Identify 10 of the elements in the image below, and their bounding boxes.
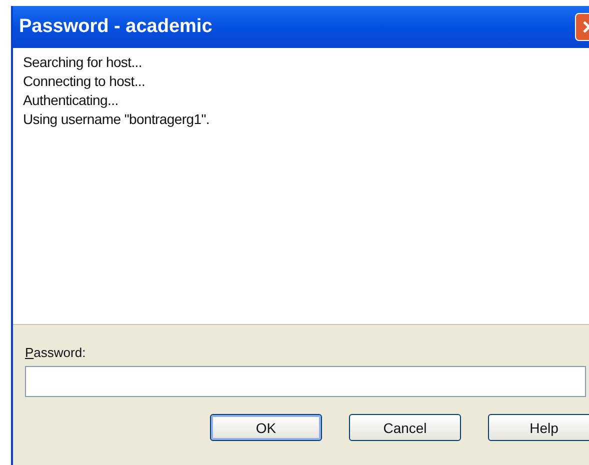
password-label: Password: bbox=[25, 345, 87, 362]
log-line: Using username "bontragerg1". bbox=[23, 110, 210, 129]
dialog-button[interactable]: Cancel bbox=[349, 414, 461, 441]
log-line: Connecting to host... bbox=[23, 72, 146, 91]
password-field[interactable] bbox=[25, 366, 586, 397]
log-line: Searching for host... bbox=[23, 53, 143, 72]
dialog-button[interactable]: OK bbox=[210, 414, 322, 441]
window-title: Password - academic bbox=[19, 16, 212, 38]
dialog-button[interactable]: Help bbox=[488, 414, 589, 441]
log-line: Authenticating... bbox=[23, 91, 120, 110]
